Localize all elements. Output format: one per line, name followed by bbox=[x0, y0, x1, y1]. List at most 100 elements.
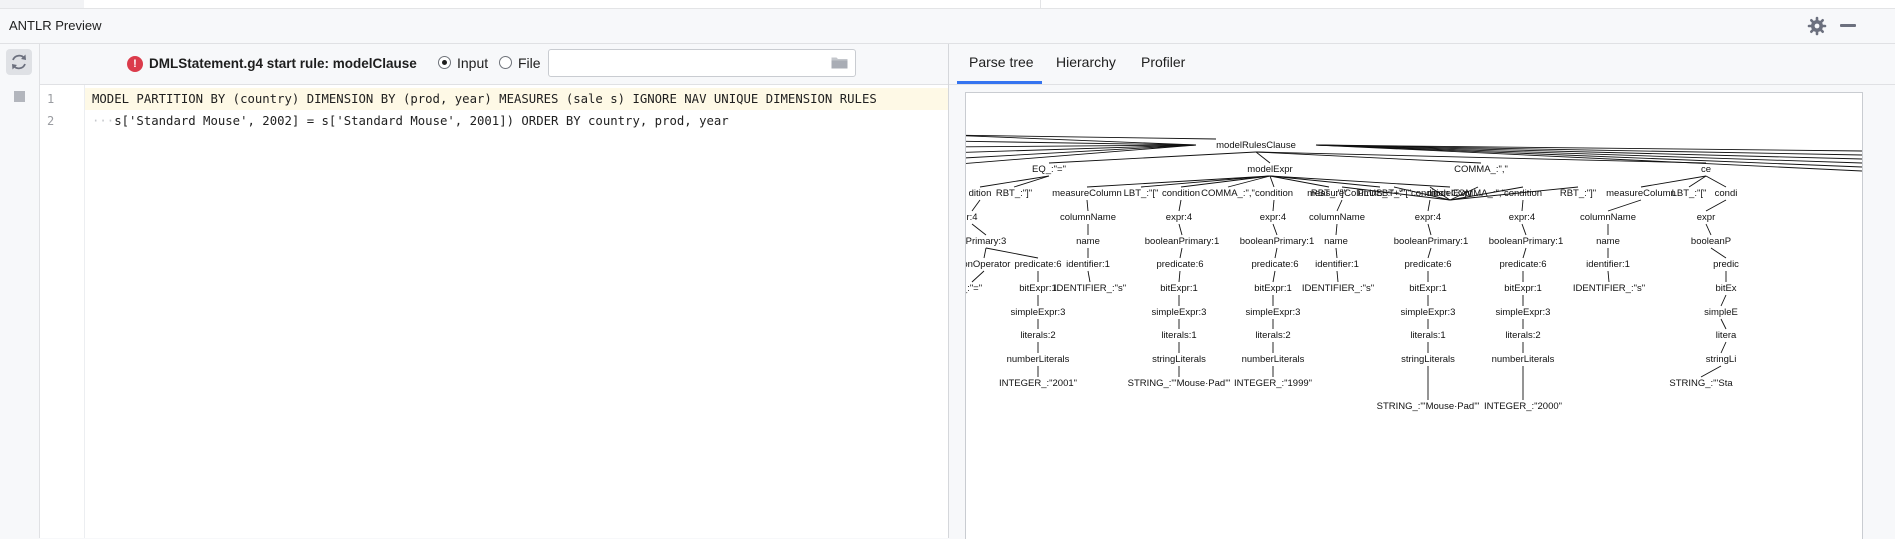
tree-node[interactable]: dition bbox=[969, 188, 992, 199]
tree-node[interactable]: booleanPrimary:1 bbox=[1489, 236, 1563, 247]
tree-node[interactable]: Primary:3 bbox=[966, 236, 1006, 247]
tree-node[interactable]: bitExpr:1 bbox=[1160, 283, 1198, 294]
tree-node[interactable]: condition bbox=[1255, 188, 1293, 199]
tree-node[interactable]: identifier:1 bbox=[1066, 259, 1110, 270]
tree-node[interactable]: stringLiterals bbox=[1401, 354, 1455, 365]
tree-node[interactable]: numberLiterals bbox=[1492, 354, 1555, 365]
tree-node[interactable]: name bbox=[1324, 236, 1348, 247]
tree-node[interactable]: sonOperator bbox=[966, 259, 1010, 270]
file-radio[interactable] bbox=[499, 56, 512, 69]
tree-node[interactable]: bitEx bbox=[1715, 283, 1736, 294]
tree-node[interactable]: identifier:1 bbox=[1586, 259, 1630, 270]
tree-node[interactable]: simpleExpr:3 bbox=[1496, 307, 1551, 318]
tree-node[interactable]: INTEGER_:"2000" bbox=[1484, 401, 1562, 412]
tab-hierarchy[interactable]: Hierarchy bbox=[1056, 54, 1116, 70]
tree-node[interactable]: predicate:6 bbox=[1156, 259, 1203, 270]
tree-node[interactable]: columnName bbox=[1309, 212, 1365, 223]
tree-node[interactable]: condition bbox=[1504, 188, 1542, 199]
tree-node[interactable]: measureColumn bbox=[1052, 188, 1122, 199]
tree-node[interactable]: columnName bbox=[1060, 212, 1116, 223]
tree-node[interactable]: INTEGER_:"1999" bbox=[1234, 378, 1312, 389]
tree-node[interactable]: litera bbox=[1716, 330, 1737, 341]
tree-node[interactable]: IDENTIFIER_:"s" bbox=[1302, 283, 1374, 294]
tree-node[interactable]: booleanPrimary:1 bbox=[1240, 236, 1314, 247]
file-radio-label[interactable]: File bbox=[518, 55, 541, 71]
tree-node[interactable]: condition bbox=[1162, 188, 1200, 199]
tree-node[interactable]: INTEGER_:"2001" bbox=[999, 378, 1077, 389]
tree-node[interactable]: condi bbox=[1715, 188, 1738, 199]
tree-node[interactable]: STRING_:"'Sta bbox=[1669, 378, 1733, 389]
folder-icon[interactable] bbox=[831, 56, 848, 69]
code-line-2[interactable]: ···s['Standard Mouse', 2002] = s['Standa… bbox=[92, 114, 729, 128]
tree-node[interactable]: COMMA_:"," bbox=[1454, 164, 1508, 175]
tree-node[interactable]: literals:2 bbox=[1505, 330, 1540, 341]
tree-node[interactable]: RBT_:"]" bbox=[1560, 188, 1596, 199]
input-radio-label[interactable]: Input bbox=[457, 55, 488, 71]
tree-node[interactable]: LBT_:"[" bbox=[1124, 188, 1159, 199]
tree-node[interactable]: literals:1 bbox=[1410, 330, 1445, 341]
tree-node[interactable]: expr:4 bbox=[1509, 212, 1535, 223]
tree-node[interactable]: condition bbox=[1411, 188, 1449, 199]
tree-node[interactable]: _:"=" bbox=[966, 283, 982, 294]
tree-node[interactable]: bitExpr:1 bbox=[1254, 283, 1292, 294]
tree-node[interactable]: RBT_:"]" bbox=[996, 188, 1032, 199]
tab-parse-tree[interactable]: Parse tree bbox=[969, 54, 1034, 70]
input-radio[interactable] bbox=[438, 56, 451, 69]
tree-node[interactable]: simpleExpr:3 bbox=[1246, 307, 1301, 318]
tree-node[interactable]: modelExpr bbox=[1247, 164, 1292, 175]
tree-node[interactable]: booleanP bbox=[1691, 236, 1731, 247]
tree-node[interactable]: IDENTIFIER_:"s" bbox=[1573, 283, 1645, 294]
tree-node[interactable]: COMMA_:"," bbox=[1451, 188, 1505, 199]
tree-node[interactable]: stringLiterals bbox=[1152, 354, 1206, 365]
tree-node[interactable]: booleanPrimary:1 bbox=[1394, 236, 1468, 247]
tree-node[interactable]: STRING_:"'Mouse·Pad'" bbox=[1128, 378, 1231, 389]
tree-node[interactable]: r:4 bbox=[966, 212, 977, 223]
tree-node[interactable]: measureColumn bbox=[1307, 188, 1377, 199]
tree-node[interactable]: simpleExpr:3 bbox=[1011, 307, 1066, 318]
tree-node[interactable]: bitExpr:1 bbox=[1504, 283, 1542, 294]
tree-node[interactable]: name bbox=[1076, 236, 1100, 247]
tree-node[interactable]: predicate:6 bbox=[1251, 259, 1298, 270]
tree-node[interactable]: modelRulesClause bbox=[1216, 140, 1296, 151]
tree-node[interactable]: predicate:6 bbox=[1499, 259, 1546, 270]
parse-tree-canvas[interactable]: modelRulesClause EQ_:"=" modelExpr COMMA_:"… bbox=[965, 92, 1863, 539]
tree-node[interactable]: predic bbox=[1713, 259, 1739, 270]
tree-node[interactable]: LBT_:"[" bbox=[1377, 188, 1412, 199]
tree-node[interactable]: columnName bbox=[1580, 212, 1636, 223]
gear-icon[interactable] bbox=[1806, 15, 1828, 37]
tree-node[interactable]: predicate:6 bbox=[1014, 259, 1061, 270]
tree-node[interactable]: bitExpr:1 bbox=[1019, 283, 1057, 294]
tree-node[interactable]: LBT_:"[" bbox=[1672, 188, 1707, 199]
tree-node[interactable]: IDENTIFIER_:"s" bbox=[1054, 283, 1126, 294]
tree-node[interactable]: numberLiterals bbox=[1242, 354, 1305, 365]
tree-node[interactable]: measureColumn bbox=[1606, 188, 1676, 199]
tree-node[interactable]: simpleExpr:3 bbox=[1401, 307, 1456, 318]
tree-node[interactable]: literals:2 bbox=[1255, 330, 1290, 341]
tree-node[interactable]: expr:4 bbox=[1166, 212, 1192, 223]
tree-node[interactable]: simpleExpr:3 bbox=[1152, 307, 1207, 318]
parse-tree-svg[interactable]: modelRulesClause EQ_:"=" modelExpr COMMA_:"… bbox=[966, 93, 1862, 539]
tree-node[interactable]: numberLiterals bbox=[1007, 354, 1070, 365]
tree-node[interactable]: predicate:6 bbox=[1404, 259, 1451, 270]
code-line-1[interactable]: MODEL PARTITION BY (country) DIMENSION B… bbox=[92, 92, 877, 106]
file-path-field[interactable] bbox=[548, 49, 856, 77]
tree-node[interactable]: literals:2 bbox=[1020, 330, 1055, 341]
tree-node[interactable]: identifier:1 bbox=[1315, 259, 1359, 270]
tree-node[interactable]: ce bbox=[1701, 164, 1711, 175]
tree-node[interactable]: name bbox=[1596, 236, 1620, 247]
tree-node[interactable]: literals:1 bbox=[1161, 330, 1196, 341]
tree-node[interactable]: STRING_:"'Mouse·Pad'" bbox=[1377, 401, 1480, 412]
tree-node[interactable]: expr bbox=[1697, 212, 1715, 223]
stop-button[interactable] bbox=[6, 84, 32, 110]
file-path-input[interactable] bbox=[553, 51, 827, 75]
tree-node[interactable]: bitExpr:1 bbox=[1409, 283, 1447, 294]
tree-node[interactable]: EQ_:"=" bbox=[1032, 164, 1066, 175]
tree-node[interactable]: stringLi bbox=[1706, 354, 1737, 365]
tree-node[interactable]: booleanPrimary:1 bbox=[1145, 236, 1219, 247]
refresh-button[interactable] bbox=[6, 49, 32, 75]
tree-node[interactable]: simpleE bbox=[1704, 307, 1738, 318]
tab-profiler[interactable]: Profiler bbox=[1141, 54, 1185, 70]
tree-node[interactable]: expr:4 bbox=[1260, 212, 1286, 223]
tree-node[interactable]: COMMA_:"," bbox=[1201, 188, 1255, 199]
tree-node[interactable]: expr:4 bbox=[1415, 212, 1441, 223]
